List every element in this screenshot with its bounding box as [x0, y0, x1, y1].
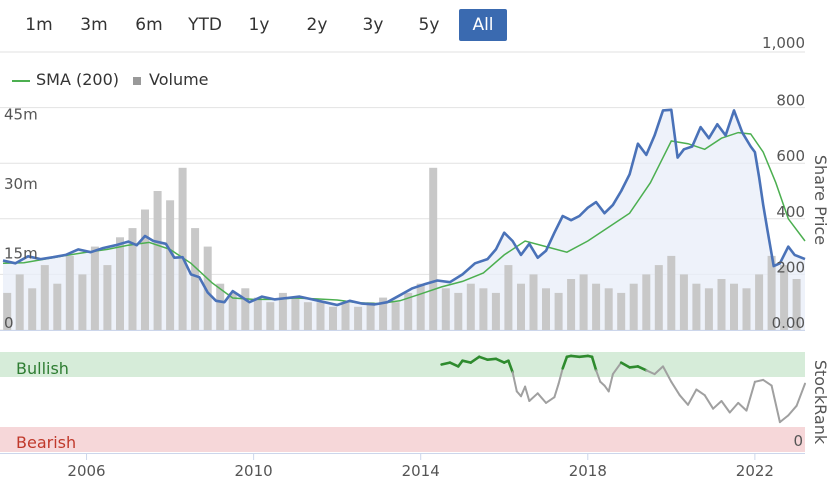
volume-bar: [166, 200, 175, 330]
volume-bar: [429, 167, 438, 330]
stockrank-segment: [545, 396, 556, 404]
stockrank-segment: [795, 382, 806, 407]
volume-bar: [354, 306, 363, 330]
volume-bar: [28, 288, 37, 330]
stockrank-segment: [553, 382, 560, 399]
stockrank-segment: [687, 388, 698, 406]
volume-bar: [730, 283, 738, 330]
volume-bar: [291, 297, 300, 330]
stockrank-segment: [737, 401, 748, 412]
bearish-zone: [0, 427, 805, 452]
volume-bar: [529, 274, 538, 330]
x-tick-label: 2018: [569, 462, 607, 480]
volume-bar: [316, 302, 325, 330]
stockrank-segment: [695, 388, 706, 397]
x-tick-label: 2010: [235, 462, 273, 480]
volume-bar: [629, 283, 638, 330]
stockrank-segment: [762, 378, 773, 387]
price-tick-label: 0.00: [772, 314, 805, 332]
volume-bar: [191, 228, 200, 330]
volume-bar: [491, 292, 500, 330]
volume-bar: [717, 279, 726, 330]
stockrank-segment: [528, 392, 539, 402]
volume-bar: [329, 306, 337, 330]
volume-bar: [642, 274, 651, 330]
volume-bar: [604, 288, 613, 330]
volume-bar: [617, 292, 626, 330]
price-axis-title: Share Price: [811, 155, 830, 245]
volume-bar: [592, 283, 601, 330]
stockrank-segment: [536, 392, 547, 404]
volume-bar: [303, 302, 312, 330]
volume-bar: [554, 292, 563, 330]
volume-bar: [416, 283, 425, 330]
volume-bar: [454, 292, 463, 330]
volume-bar: [241, 288, 250, 330]
volume-bar: [579, 274, 588, 330]
bullish-zone: [0, 352, 805, 377]
stockrank-segment: [678, 394, 689, 406]
volume-bar: [90, 246, 99, 330]
volume-bar: [479, 288, 488, 330]
price-chart: 1,000 800 600 400 200 0.00 45m 30m 15m 0 Share Pri…: [0, 34, 830, 480]
stockrank-segment: [670, 380, 681, 397]
volume-bar: [103, 265, 112, 330]
x-tick-label: 2006: [67, 462, 105, 480]
price-tick-label: 1,000: [762, 34, 805, 52]
volume-bar: [667, 255, 676, 330]
volume-bar: [178, 167, 187, 330]
stockrank-segment: [720, 400, 731, 414]
volume-bar: [441, 288, 450, 330]
volume-bar: [53, 283, 62, 330]
volume-tick-label: 0: [4, 314, 14, 332]
volume-bar: [40, 265, 49, 330]
volume-bar: [116, 237, 124, 330]
volume-tick-label: 30m: [4, 175, 38, 193]
stockrank-segment: [524, 385, 531, 402]
stockrank-segment: [753, 378, 765, 383]
stockrank-segment: [770, 384, 781, 424]
volume-bar: [341, 302, 350, 330]
x-tick-label: 2022: [736, 462, 774, 480]
volume-tick-label: 45m: [4, 106, 38, 124]
volume-bar: [266, 302, 275, 330]
stockrank-segment: [712, 400, 723, 410]
volume-bar: [253, 297, 262, 330]
volume-bar: [542, 288, 550, 330]
volume-bar: [391, 302, 400, 330]
volume-bar: [704, 288, 713, 330]
volume-bar: [742, 288, 751, 330]
volume-bar: [567, 279, 576, 330]
bearish-label: Bearish: [16, 433, 76, 452]
volume-bar: [466, 283, 475, 330]
volume-bar: [141, 209, 149, 330]
price-tick-label: 200: [776, 258, 805, 276]
volume-bar: [679, 274, 688, 330]
volume-bar: [78, 274, 87, 330]
volume-bar: [517, 283, 525, 330]
stockrank-axis-title: StockRank: [811, 360, 830, 445]
stockrank-segment: [787, 404, 798, 417]
volume-bar: [692, 283, 701, 330]
volume-bar: [504, 265, 513, 330]
stockrank-segment: [703, 394, 715, 410]
volume-tick-label: 15m: [4, 245, 38, 263]
bullish-label: Bullish: [16, 359, 69, 378]
volume-bar: [366, 302, 375, 330]
volume-bar: [755, 274, 764, 330]
stockrank-segment: [745, 380, 756, 412]
stockrank-segment: [728, 401, 740, 414]
stockrank-segment: [778, 414, 790, 424]
volume-bar: [153, 191, 162, 330]
x-tick-label: 2014: [402, 462, 440, 480]
price-tick-label: 800: [776, 92, 805, 110]
volume-bar: [65, 255, 74, 330]
price-tick-label: 400: [776, 203, 805, 221]
price-tick-label: 600: [776, 147, 805, 165]
volume-bar: [15, 274, 24, 330]
volume-bar: [654, 265, 663, 330]
stockrank-tick-label: 0: [793, 432, 803, 450]
